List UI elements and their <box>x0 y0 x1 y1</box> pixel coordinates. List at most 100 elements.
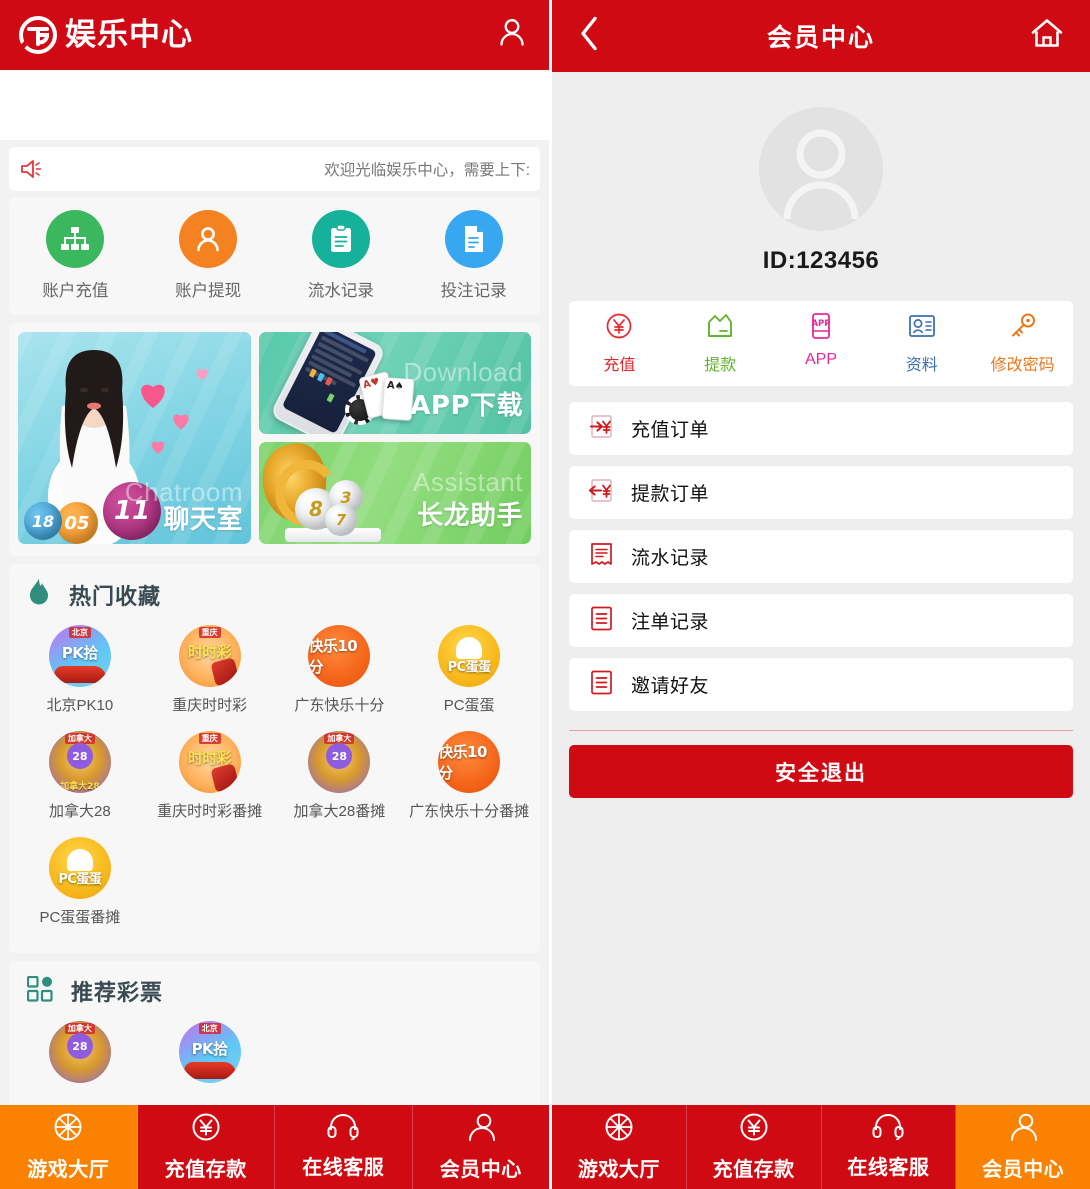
menu-item-withdraw-order[interactable]: 提款订单 <box>569 466 1073 519</box>
announcement-bar[interactable]: 欢迎光临娱乐中心，需要上下: <box>9 147 540 191</box>
heart-icon <box>196 369 208 381</box>
game-icon-pc: PC蛋蛋 <box>438 625 501 687</box>
headset-icon <box>872 1114 904 1145</box>
clipboard-icon <box>311 210 370 268</box>
game-icon-main: 快乐10分 <box>438 743 487 782</box>
game-item[interactable]: 加拿大 28 <box>15 1021 145 1083</box>
member-quick-app[interactable]: APP APP <box>771 311 872 375</box>
avatar-placeholder-icon <box>759 107 883 231</box>
brand-logo[interactable]: 娱乐中心 <box>18 15 193 55</box>
id-card-icon <box>907 311 937 346</box>
ghost-shape-icon <box>456 637 483 659</box>
member-quick-label: 修改密码 <box>990 357 1055 374</box>
home-icon[interactable] <box>1030 18 1064 55</box>
game-label: PC蛋蛋番摊 <box>39 909 121 926</box>
game-icon-main: 28 <box>66 743 93 769</box>
game-item[interactable]: 加拿大 28 加拿大28 加拿大28 <box>15 731 145 821</box>
member-quick-profile[interactable]: 资料 <box>871 311 972 375</box>
tab-customer-service[interactable]: 在线客服 <box>275 1105 413 1189</box>
tab-game-hall[interactable]: 游戏大厅 <box>552 1105 687 1189</box>
game-icon-bottom-text: 加拿大28 <box>60 782 100 792</box>
logout-button[interactable]: 安全退出 <box>569 745 1073 798</box>
member-icon <box>465 1112 497 1147</box>
game-item[interactable]: 快乐10分 广东快乐十分 <box>275 625 405 715</box>
chevron-left-icon[interactable] <box>578 16 600 57</box>
game-label: 加拿大28 <box>49 803 111 820</box>
game-icon-ca28: 加拿大 28 加拿大28 <box>48 731 111 793</box>
menu-item-deposit-order[interactable]: 充值订单 <box>569 402 1073 455</box>
section-title: 热门收藏 <box>69 583 162 609</box>
tab-customer-service[interactable]: 在线客服 <box>822 1105 957 1189</box>
bottom-tabbar-right: 游戏大厅 充值存款 在线客服 会员中心 <box>552 1105 1090 1189</box>
game-item[interactable]: 重庆 时时彩 重庆时时彩番摊 <box>145 731 275 821</box>
game-item[interactable]: 北京 PK拾 <box>145 1021 275 1083</box>
game-label: 重庆时时彩 <box>172 697 248 714</box>
banner-app-download[interactable]: A♥ A♠ Download APP下载 <box>259 332 531 434</box>
menu-item-invite-friend[interactable]: 邀请好友 <box>569 658 1073 711</box>
section-title: 推荐彩票 <box>71 980 164 1005</box>
headset-icon <box>327 1114 359 1145</box>
tab-label: 会员中心 <box>439 1159 522 1181</box>
megaphone-icon <box>19 158 45 180</box>
game-icon-main: PK拾 <box>191 1039 229 1058</box>
game-icon-main: 28 <box>66 1033 93 1059</box>
game-item[interactable]: 加拿大 28 加拿大28番摊 <box>275 731 405 821</box>
home-screen: 娱乐中心 欢迎光临娱乐中心，需要上下: 账户充值 账户提现 流水记录 投注记录 … <box>0 0 552 1189</box>
lottery-ball: 18 <box>24 502 62 540</box>
banner-assistant[interactable]: 8 3 7 Assistant 长龙助手 <box>259 442 531 544</box>
yen-circle-icon <box>604 311 634 346</box>
member-quick-change-password[interactable]: 修改密码 <box>972 311 1073 375</box>
section-recommended-lottery: 推荐彩票 加拿大 28 北京 PK拾 <box>9 961 540 1109</box>
section-header: 推荐彩票 <box>9 975 540 1011</box>
banner-ghost-text: Download <box>403 357 523 387</box>
tab-label: 在线客服 <box>302 1157 385 1179</box>
user-icon[interactable] <box>495 16 529 55</box>
quick-entry-flow-record[interactable]: 流水记录 <box>275 210 408 301</box>
tab-member-center[interactable]: 会员中心 <box>413 1105 550 1189</box>
game-icon-ca28: 加拿大 28 <box>308 731 371 793</box>
tab-deposit[interactable]: 充值存款 <box>687 1105 822 1189</box>
quick-entry-label: 投注记录 <box>440 282 507 300</box>
member-quick-deposit[interactable]: 充值 <box>569 311 670 375</box>
menu-item-label: 充值订单 <box>631 420 710 441</box>
tab-label: 会员中心 <box>982 1159 1065 1181</box>
game-icon-cap: 北京 <box>198 1023 221 1034</box>
game-item[interactable]: 重庆 时时彩 重庆时时彩 <box>145 625 275 715</box>
quick-entry-bet-record[interactable]: 投注记录 <box>407 210 540 301</box>
menu-item-flow-record[interactable]: 流水记录 <box>569 530 1073 583</box>
divider <box>569 730 1073 731</box>
game-icon-main: 28 <box>326 743 353 769</box>
tab-member-center[interactable]: 会员中心 <box>956 1105 1090 1189</box>
sitemap-icon <box>46 210 105 268</box>
tab-deposit[interactable]: 充值存款 <box>138 1105 275 1189</box>
tab-label: 充值存款 <box>712 1159 795 1181</box>
user-icon <box>179 210 238 268</box>
game-icon-ca28: 加拿大 28 <box>48 1021 111 1083</box>
quick-entry-label: 账户充值 <box>42 282 109 300</box>
avatar[interactable] <box>759 107 883 231</box>
heart-icon <box>151 441 165 454</box>
game-label: 广东快乐十分 <box>294 697 385 714</box>
quick-entry-deposit[interactable]: 账户充值 <box>9 210 142 301</box>
profile-block: ID:123456 <box>552 72 1090 275</box>
quick-entry-withdraw[interactable]: 账户提现 <box>142 210 275 301</box>
game-icon-pk10: 北京 PK拾 <box>178 1021 241 1083</box>
document-icon <box>444 210 503 268</box>
logo-text: 娱乐中心 <box>65 16 193 53</box>
bottom-tabbar-left: 游戏大厅 充值存款 在线客服 会员中心 <box>0 1105 549 1189</box>
game-icon-cap: 重庆 <box>198 733 221 744</box>
member-quick-withdraw[interactable]: 提款 <box>670 311 771 375</box>
game-item[interactable]: 北京 PK拾 北京PK10 <box>15 625 145 715</box>
banner-chatroom[interactable]: 11 05 18 Chatroom 聊天室 <box>18 332 251 544</box>
game-item[interactable]: 快乐10分 广东快乐十分番摊 <box>404 731 534 821</box>
heart-icon <box>173 414 189 430</box>
menu-item-bet-record[interactable]: 注单记录 <box>569 594 1073 647</box>
flame-icon <box>27 578 51 611</box>
menu-item-label: 注单记录 <box>631 612 710 633</box>
tab-game-hall[interactable]: 游戏大厅 <box>0 1105 138 1189</box>
withdraw-order-icon <box>588 477 615 509</box>
tab-label: 充值存款 <box>164 1159 247 1181</box>
game-item[interactable]: PC蛋蛋 PC蛋蛋番摊 <box>15 837 145 927</box>
invite-friend-icon <box>588 669 615 701</box>
game-item[interactable]: PC蛋蛋 PC蛋蛋 <box>404 625 534 715</box>
